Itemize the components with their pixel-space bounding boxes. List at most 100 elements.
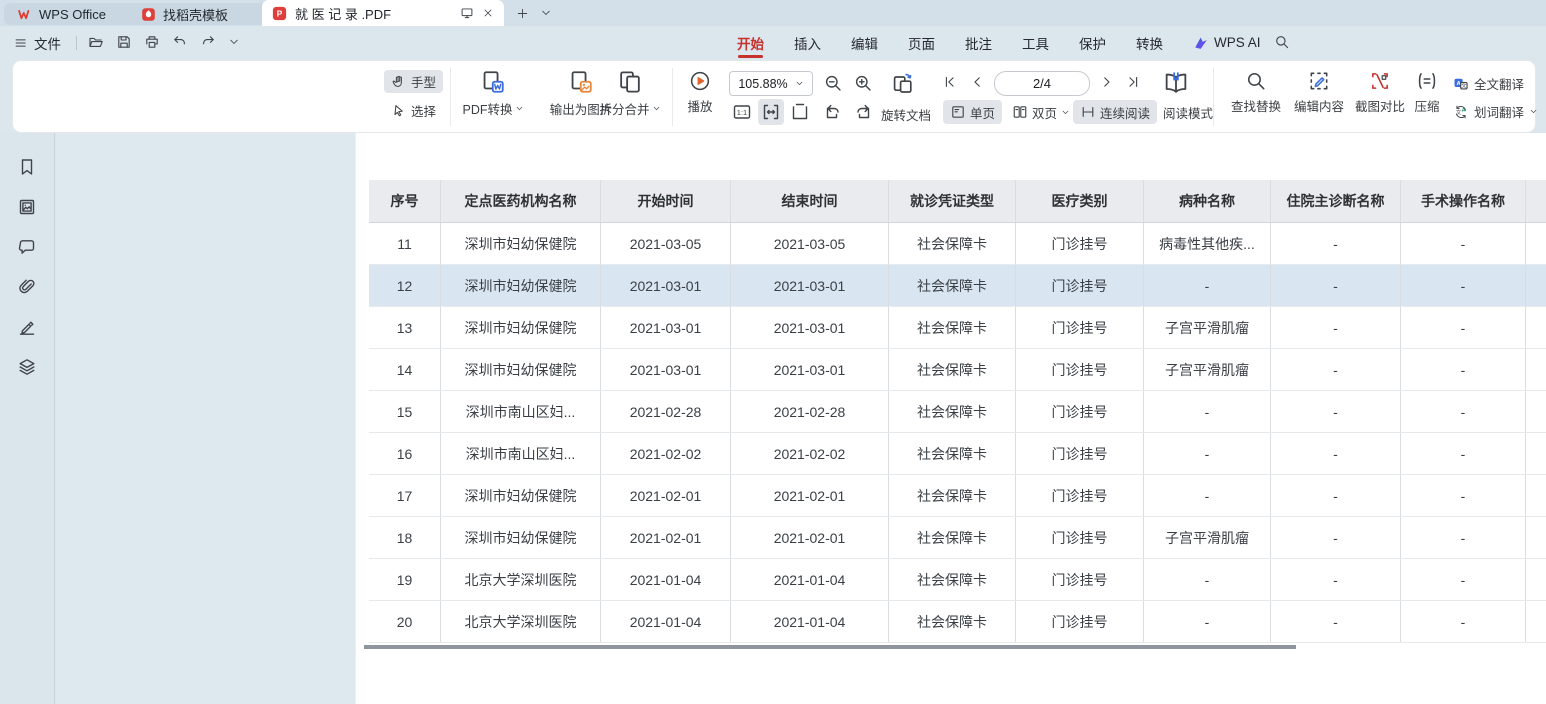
- zoom-in-button[interactable]: [853, 73, 873, 93]
- fit-page-icon: [790, 102, 810, 122]
- chevron-down-icon: [540, 7, 552, 19]
- menu-tab-5[interactable]: 工具: [1022, 26, 1049, 59]
- double-page-button[interactable]: 双页: [1005, 100, 1077, 124]
- zoom-level-select[interactable]: 105.88%: [729, 71, 813, 96]
- app-tab-docer[interactable]: 找稻壳模板: [128, 3, 284, 25]
- thumbnail-icon[interactable]: [17, 197, 37, 217]
- divider: [672, 68, 673, 126]
- zoom-in-icon: [853, 73, 873, 93]
- sign-icon[interactable]: [17, 317, 37, 337]
- edit-content-icon: [1308, 70, 1330, 92]
- menu-tab-0[interactable]: 开始: [737, 26, 764, 59]
- file-menu-button[interactable]: 文件: [14, 33, 61, 53]
- table-cell: 深圳市妇幼保健院: [441, 475, 601, 516]
- table-cell: 社会保障卡: [889, 475, 1016, 516]
- menu-tab-6[interactable]: 保护: [1079, 26, 1106, 59]
- attachment-icon[interactable]: [17, 277, 37, 297]
- rotate-doc-label[interactable]: 旋转文档: [881, 105, 931, 124]
- rotate-right-button[interactable]: [853, 102, 873, 122]
- comment-icon[interactable]: [17, 237, 37, 257]
- search-icon[interactable]: [1274, 34, 1290, 50]
- new-tab-button[interactable]: [512, 3, 532, 23]
- rotate-pages-button[interactable]: [891, 71, 915, 95]
- table-cell: [1526, 601, 1546, 642]
- menu-bar: 文件 开始插入编辑 页面 批注工具保护转换 WPS AI: [0, 26, 1546, 59]
- last-page-button[interactable]: [1125, 74, 1141, 90]
- table-cell: 2021-02-02: [731, 433, 889, 474]
- pdf-convert-button[interactable]: PDF转换: [452, 69, 534, 118]
- search-icon: [1245, 70, 1267, 92]
- reading-mode-button[interactable]: 阅读模式: [1156, 100, 1220, 124]
- menu-icon: [14, 36, 28, 50]
- menu-tab-7[interactable]: 转换: [1136, 26, 1163, 59]
- redo-icon[interactable]: [200, 34, 216, 50]
- table-cell: 门诊挂号: [1016, 307, 1144, 348]
- continuous-reading-button[interactable]: 连续阅读: [1073, 100, 1157, 124]
- play-button[interactable]: 播放: [675, 70, 725, 115]
- find-replace-button[interactable]: 查找替换: [1225, 70, 1287, 115]
- table-cell: [1526, 349, 1546, 390]
- fit-page-button[interactable]: [790, 102, 810, 122]
- file-menu-label: 文件: [34, 33, 61, 53]
- screenshot-compare-button[interactable]: 截图对比: [1349, 70, 1411, 115]
- chevron-down-icon[interactable]: [228, 36, 240, 48]
- save-icon[interactable]: [116, 34, 132, 50]
- close-icon[interactable]: [482, 7, 494, 19]
- table-cell: 2021-02-28: [601, 391, 731, 432]
- next-page-button[interactable]: [1099, 74, 1115, 90]
- table-cell: 深圳市妇幼保健院: [441, 517, 601, 558]
- document-tab[interactable]: P 就 医 记 录 .PDF: [262, 0, 504, 26]
- split-merge-button[interactable]: 拆分合并: [588, 69, 672, 118]
- layers-icon[interactable]: [17, 357, 37, 377]
- compress-button[interactable]: 压缩: [1407, 70, 1447, 115]
- table-cell: 19: [369, 559, 441, 600]
- docer-icon: [141, 7, 156, 22]
- word-translate-button[interactable]: 文A 划词翻译: [1453, 102, 1538, 121]
- actual-size-button[interactable]: 1:1: [732, 102, 752, 122]
- table-cell: -: [1271, 475, 1401, 516]
- pdf-page: 序号定点医药机构名称开始时间结束时间就诊凭证类型医疗类别病种名称住院主诊断名称手…: [355, 133, 1546, 704]
- menu-tab-4[interactable]: 批注: [965, 26, 992, 59]
- tab-list-button[interactable]: [536, 3, 556, 23]
- open-folder-icon[interactable]: [88, 34, 104, 50]
- hand-tool-button[interactable]: 手型: [384, 70, 443, 93]
- menu-tab-2[interactable]: 编辑: [851, 26, 878, 59]
- rotate-left-button[interactable]: [823, 102, 843, 122]
- table-cell: -: [1271, 265, 1401, 306]
- table-cell: -: [1144, 433, 1271, 474]
- table-cell: 2021-03-05: [601, 223, 731, 264]
- print-icon[interactable]: [144, 34, 160, 50]
- table-cell: 社会保障卡: [889, 601, 1016, 642]
- nav-prev-icon: [969, 74, 985, 90]
- menu-tab-3[interactable]: 页面: [908, 26, 935, 59]
- reading-mode-icon-wrap[interactable]: [1163, 69, 1189, 95]
- select-tool-button[interactable]: 选择: [384, 99, 443, 122]
- zoom-out-button[interactable]: [823, 73, 843, 93]
- table-cell: 深圳市南山区妇...: [441, 391, 601, 432]
- table-cell: -: [1271, 307, 1401, 348]
- menu-tab-label: 页面: [908, 33, 935, 53]
- bookmark-icon[interactable]: [17, 157, 37, 177]
- svg-text:A: A: [1462, 107, 1466, 113]
- pdf-convert-label: PDF转换: [462, 99, 512, 118]
- table-cell: -: [1144, 391, 1271, 432]
- menu-tab-8[interactable]: WPS AI: [1193, 26, 1261, 59]
- table-cell: 17: [369, 475, 441, 516]
- page-number-input[interactable]: 2/4: [994, 71, 1090, 96]
- menu-tab-1[interactable]: 插入: [794, 26, 821, 59]
- single-page-button[interactable]: 单页: [943, 100, 1002, 124]
- monitor-icon[interactable]: [460, 6, 474, 20]
- fit-width-button[interactable]: [758, 99, 784, 125]
- table-cell: [1526, 223, 1546, 264]
- table-cell: 北京大学深圳医院: [441, 559, 601, 600]
- edit-content-button[interactable]: 编辑内容: [1288, 70, 1350, 115]
- table-cell: 2021-02-01: [731, 517, 889, 558]
- full-text-translate-button[interactable]: A文 全文翻译: [1453, 74, 1524, 93]
- table-cell: [1526, 307, 1546, 348]
- first-page-button[interactable]: [942, 74, 958, 90]
- svg-text:1:1: 1:1: [737, 108, 747, 117]
- app-tab-wps-office[interactable]: WPS Office: [4, 3, 148, 25]
- undo-icon[interactable]: [172, 34, 188, 50]
- ribbon-toolbar: 手型 选择 PDF转换 输出为图片 拆分合并 播放 105.88% 1:1 旋转…: [12, 60, 1536, 133]
- prev-page-button[interactable]: [969, 74, 985, 90]
